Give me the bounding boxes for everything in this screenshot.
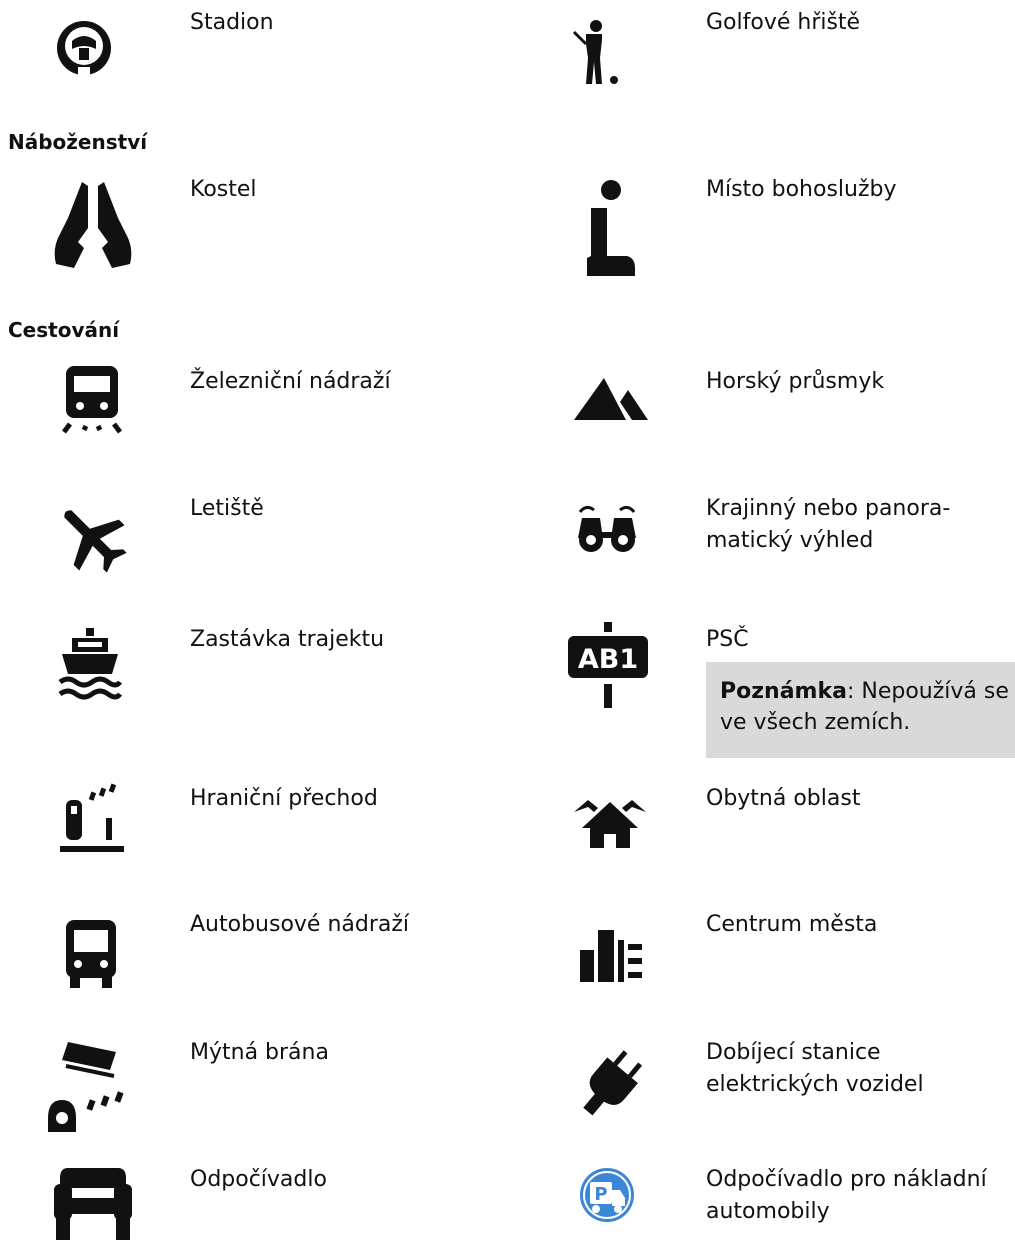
note-colon: : [846, 679, 862, 704]
armchair-icon [54, 1166, 132, 1240]
toll-gate-label: Mýtná brána [190, 1040, 329, 1065]
airport-label: Letiště [190, 496, 264, 521]
mountain-pass-label: Horský průsmyk [706, 369, 885, 394]
worship-label: Místo bohoslužby [706, 177, 897, 202]
scenic-view-label-line1: Krajinný nebo panora- [706, 496, 951, 521]
truck-rest-badge-letter: P [594, 1184, 607, 1205]
note-text-line1: Nepoužívá se [861, 679, 1009, 704]
note-box: Poznámka: Nepoužívá se ve všech zemích. [706, 662, 1015, 758]
stadium-icon [54, 18, 114, 78]
railway-label: Železniční nádraží [190, 369, 391, 394]
postcode-sign-icon: AB1 [566, 620, 650, 712]
ferry-stop-label: Zastávka trajektu [190, 627, 385, 652]
residential-area-label: Obytná oblast [706, 786, 861, 811]
train-icon [60, 364, 124, 444]
truck-rest-area-label-line2: automobily [706, 1199, 830, 1224]
mountain-pass-icon [574, 374, 650, 424]
postcode-sign-text: AB1 [578, 644, 638, 675]
stadium-label: Stadion [190, 10, 274, 35]
section-heading-religion: Náboženství [8, 130, 148, 154]
bus-icon [64, 918, 118, 990]
rest-area-label: Odpočívadlo [190, 1167, 327, 1192]
city-center-label: Centrum města [706, 912, 878, 937]
truck-rest-area-icon: P [578, 1166, 636, 1224]
church-label: Kostel [190, 177, 257, 202]
toll-gate-icon [44, 1036, 134, 1132]
praying-hands-icon [50, 178, 136, 274]
city-center-icon [578, 924, 644, 984]
golf-course-label: Golfové hřiště [706, 10, 861, 35]
ev-charging-label-line2: elektrických vozidel [706, 1072, 924, 1097]
truck-rest-area-label-line1: Odpočívadlo pro nákladní [706, 1167, 987, 1192]
golf-course-icon [572, 14, 642, 90]
postcode-label: PSČ [706, 627, 749, 652]
bus-station-label: Autobusové nádraží [190, 912, 410, 937]
border-crossing-icon [58, 780, 126, 856]
airplane-icon [54, 500, 130, 576]
ferry-icon [58, 626, 122, 700]
binoculars-icon [576, 504, 638, 554]
note-text-line2: ve všech zemích. [720, 710, 911, 735]
residential-houses-icon [574, 794, 646, 850]
scenic-view-label-line2: matický výhled [706, 528, 874, 553]
border-crossing-label: Hraniční přechod [190, 786, 378, 811]
ev-charging-label-line1: Dobíjecí stanice [706, 1040, 881, 1065]
kneeling-person-icon [585, 178, 639, 278]
note-title: Poznámka [720, 679, 847, 704]
section-heading-travel: Cestování [8, 318, 120, 342]
ev-charging-plug-icon [578, 1046, 644, 1122]
